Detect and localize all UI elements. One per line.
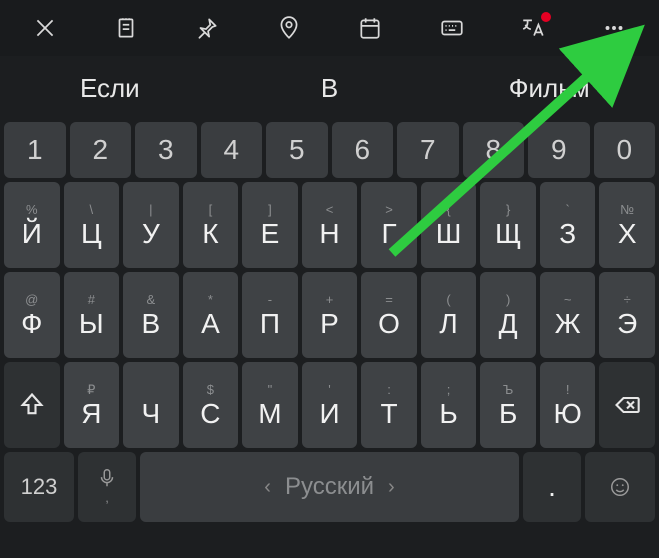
key-5[interactable]: 5	[266, 122, 328, 178]
close-icon	[32, 15, 58, 41]
chevron-right-icon: ›	[388, 476, 395, 499]
keyboard-icon	[439, 15, 465, 41]
key-Ы[interactable]: #Ы	[64, 272, 120, 358]
key-Ц[interactable]: \Ц	[64, 182, 120, 268]
voice-key[interactable]: ,	[78, 452, 136, 522]
more-button[interactable]	[590, 8, 638, 48]
key-Ю[interactable]: !Ю	[540, 362, 596, 448]
key-Ь[interactable]: ;Ь	[421, 362, 477, 448]
pin-icon	[194, 15, 220, 41]
toolbar	[0, 0, 659, 56]
key-Д[interactable]: )Д	[480, 272, 536, 358]
key-2[interactable]: 2	[70, 122, 132, 178]
note-button[interactable]	[102, 8, 150, 48]
key-Й[interactable]: %Й	[4, 182, 60, 268]
suggestion-3[interactable]: Фильм	[439, 73, 659, 104]
key-7[interactable]: 7	[397, 122, 459, 178]
bottom-row: 123 , ‹ Русский › .	[2, 452, 657, 526]
key-М[interactable]: "М	[242, 362, 298, 448]
key-И[interactable]: 'И	[302, 362, 358, 448]
key-В[interactable]: &В	[123, 272, 179, 358]
suggestion-2[interactable]: В	[220, 73, 440, 104]
key-Г[interactable]: >Г	[361, 182, 417, 268]
key-О[interactable]: =О	[361, 272, 417, 358]
key-З[interactable]: `З	[540, 182, 596, 268]
key-Х[interactable]: №Х	[599, 182, 655, 268]
symbols-label: 123	[21, 476, 58, 498]
key-П[interactable]: -П	[242, 272, 298, 358]
key-4[interactable]: 4	[201, 122, 263, 178]
more-icon	[601, 15, 627, 41]
key-Я[interactable]: ₽Я	[64, 362, 120, 448]
key-Щ[interactable]: }Щ	[480, 182, 536, 268]
letter-row-3: ₽Я Ч$С"М'И:Т;ЬЪБ!Ю	[2, 362, 657, 448]
location-icon	[276, 15, 302, 41]
symbols-key[interactable]: 123	[4, 452, 74, 522]
space-key[interactable]: ‹ Русский ›	[140, 452, 519, 522]
suggestion-1[interactable]: Если	[0, 73, 220, 104]
pin-button[interactable]	[183, 8, 231, 48]
note-icon	[113, 15, 139, 41]
period-key[interactable]: .	[523, 452, 581, 522]
key-Е[interactable]: ]Е	[242, 182, 298, 268]
location-button[interactable]	[265, 8, 313, 48]
key-Л[interactable]: (Л	[421, 272, 477, 358]
key-6[interactable]: 6	[332, 122, 394, 178]
space-label: Русский	[285, 473, 374, 501]
key-Т[interactable]: :Т	[361, 362, 417, 448]
keyboard-button[interactable]	[428, 8, 476, 48]
key-9[interactable]: 9	[528, 122, 590, 178]
key-1[interactable]: 1	[4, 122, 66, 178]
key-Ж[interactable]: ~Ж	[540, 272, 596, 358]
notification-badge	[541, 12, 551, 22]
emoji-icon	[609, 476, 631, 498]
letter-row-2: @Ф#Ы&В*А-П+Р=О(Л)Д~Ж÷Э	[2, 272, 657, 358]
suggestion-bar: Если В Фильм	[0, 56, 659, 120]
shift-key[interactable]	[4, 362, 60, 448]
key-0[interactable]: 0	[594, 122, 656, 178]
chevron-left-icon: ‹	[264, 476, 271, 499]
backspace-icon	[613, 391, 641, 419]
shift-icon	[18, 391, 46, 419]
calendar-icon	[357, 15, 383, 41]
key-Р[interactable]: +Р	[302, 272, 358, 358]
key-Ф[interactable]: @Ф	[4, 272, 60, 358]
number-row: 1234567890	[2, 122, 657, 178]
calendar-button[interactable]	[346, 8, 394, 48]
key-А[interactable]: *А	[183, 272, 239, 358]
key-Ш[interactable]: {Ш	[421, 182, 477, 268]
key-У[interactable]: |У	[123, 182, 179, 268]
translate-button[interactable]	[509, 8, 557, 48]
key-Ч[interactable]: Ч	[123, 362, 179, 448]
key-Н[interactable]: <Н	[302, 182, 358, 268]
emoji-key[interactable]	[585, 452, 655, 522]
key-К[interactable]: [К	[183, 182, 239, 268]
key-8[interactable]: 8	[463, 122, 525, 178]
letter-row-1: %Й\Ц|У[К]Е<Н>Г{Ш}Щ`З№Х	[2, 182, 657, 268]
key-С[interactable]: $С	[183, 362, 239, 448]
backspace-key[interactable]	[599, 362, 655, 448]
close-button[interactable]	[21, 8, 69, 48]
key-Б[interactable]: ЪБ	[480, 362, 536, 448]
keyboard: 1234567890 %Й\Ц|У[К]Е<Н>Г{Ш}Щ`З№Х @Ф#Ы&В…	[0, 120, 659, 526]
mic-icon	[96, 467, 118, 489]
key-Э[interactable]: ÷Э	[599, 272, 655, 358]
key-3[interactable]: 3	[135, 122, 197, 178]
